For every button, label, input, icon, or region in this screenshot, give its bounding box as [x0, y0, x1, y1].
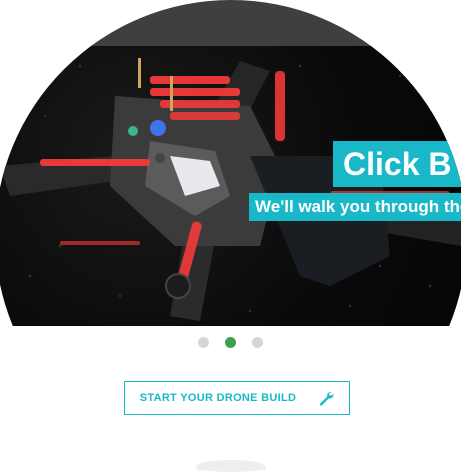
- start-drone-build-button[interactable]: START YOUR DRONE BUILD: [124, 381, 350, 415]
- hero-subtitle: We'll walk you through the: [249, 193, 461, 221]
- carousel-pagination: [0, 337, 461, 348]
- carousel-dot-2-active[interactable]: [225, 337, 236, 348]
- wrench-icon: [320, 392, 334, 406]
- carousel-dot-1[interactable]: [198, 337, 209, 348]
- start-drone-build-label: START YOUR DRONE BUILD: [139, 392, 297, 404]
- hero-slide-image[interactable]: Click B We'll walk you through the: [0, 46, 461, 326]
- carousel-dot-3[interactable]: [252, 337, 263, 348]
- circular-viewport: Click B We'll walk you through the START…: [0, 0, 461, 472]
- top-header-bar: [0, 0, 461, 46]
- hero-title: Click B: [333, 141, 461, 187]
- bottom-edge-shape: [196, 460, 266, 472]
